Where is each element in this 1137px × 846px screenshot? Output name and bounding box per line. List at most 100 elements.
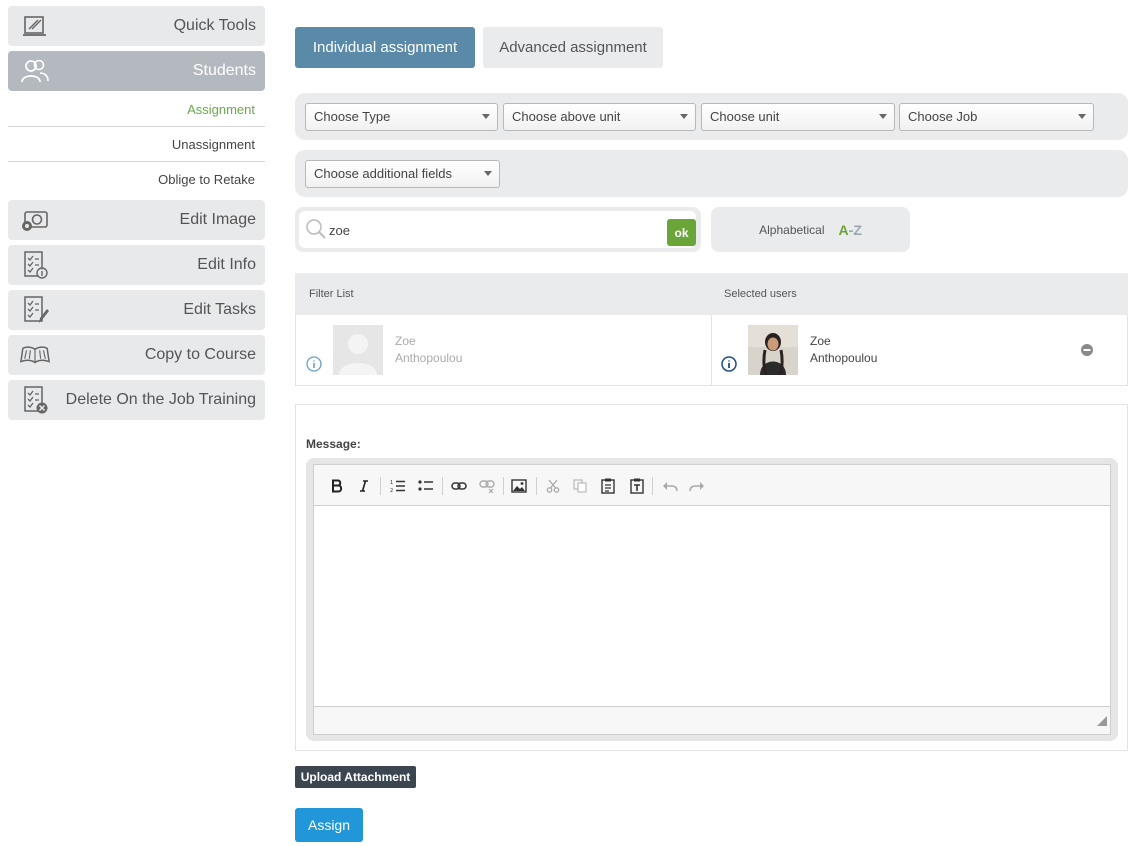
page: Quick Tools Students Assignment Unassign… <box>0 0 1137 846</box>
checklist-info-icon <box>20 250 50 280</box>
toolbar-separator <box>380 477 381 495</box>
editor-statusbar <box>314 706 1110 734</box>
camera-gear-icon <box>20 205 50 235</box>
choose-above-unit-value: Choose above unit <box>512 109 621 124</box>
info-icon[interactable] <box>721 356 737 377</box>
dropdown-arrow-icon <box>680 114 688 119</box>
editor-toolbar: 12 <box>314 465 1110 506</box>
remove-user-icon[interactable] <box>1080 343 1094 362</box>
dropdown-arrow-icon <box>879 114 887 119</box>
search-icon <box>305 218 327 245</box>
redo-icon[interactable] <box>687 476 707 496</box>
tab-individual-assignment[interactable]: Individual assignment <box>295 27 475 68</box>
choose-above-unit-select[interactable]: Choose above unit <box>503 103 696 131</box>
toolbar-separator <box>503 477 504 495</box>
sidebar-delete-otj[interactable]: Delete On the Job Training <box>8 380 265 420</box>
copy-icon[interactable] <box>570 476 590 496</box>
sort-a: A <box>838 221 849 238</box>
filter-list-header: Filter List <box>309 288 354 300</box>
choose-job-select[interactable]: Choose Job <box>899 103 1094 131</box>
search-input[interactable] <box>329 220 649 240</box>
message-editor-area[interactable] <box>314 507 1110 707</box>
message-label: Message: <box>306 437 361 451</box>
selected-user-name[interactable]: Zoe Anthopoulou <box>810 333 877 367</box>
assign-button[interactable]: Assign <box>295 808 363 842</box>
users-icon <box>20 56 50 86</box>
list-divider <box>711 315 712 385</box>
undo-icon[interactable] <box>660 476 680 496</box>
choose-job-value: Choose Job <box>908 109 978 124</box>
filter-panel: Choose Type Choose above unit Choose uni… <box>295 93 1128 140</box>
choose-type-value: Choose Type <box>314 109 391 124</box>
toolbar-separator <box>442 477 443 495</box>
sidebar-students[interactable]: Students <box>8 51 265 91</box>
sidebar-edit-tasks-label: Edit Tasks <box>183 301 256 318</box>
resize-handle-icon[interactable] <box>1097 713 1107 731</box>
bullet-list-icon[interactable] <box>416 476 436 496</box>
upload-attachment-button[interactable]: Upload Attachment <box>295 766 416 788</box>
rich-text-editor-frame: 12 <box>306 458 1118 741</box>
checklist-delete-icon <box>20 385 50 415</box>
avatar-placeholder[interactable] <box>333 325 383 375</box>
sidebar-copy-to-course-label: Copy to Course <box>144 346 256 363</box>
search-box: ok <box>299 211 696 248</box>
sidebar-quick-tools[interactable]: Quick Tools <box>8 6 265 46</box>
choose-additional-fields-select[interactable]: Choose additional fields <box>305 160 500 188</box>
image-icon[interactable] <box>509 476 529 496</box>
svg-text:2: 2 <box>390 488 393 493</box>
bold-icon[interactable] <box>327 476 347 496</box>
sidebar-copy-to-course[interactable]: Copy to Course <box>8 335 265 375</box>
choose-unit-value: Choose unit <box>710 109 780 124</box>
user-lists-body: Zoe Anthopoulou Zoe Anthopoulou <box>295 315 1128 386</box>
sidebar-edit-image-label: Edit Image <box>179 211 256 228</box>
dropdown-arrow-icon <box>1078 114 1086 119</box>
sort-z: Z <box>853 221 862 238</box>
search-panel: ok <box>295 207 701 252</box>
toolbar-separator <box>652 477 653 495</box>
rich-text-editor: 12 <box>313 464 1111 735</box>
user-lists-header: Filter List Selected users <box>295 273 1128 315</box>
svg-text:1: 1 <box>390 480 393 486</box>
sort-az-indicator: A-Z <box>839 222 862 238</box>
message-card: Message: 12 <box>295 404 1128 751</box>
sidebar-sub-oblige-retake[interactable]: Oblige to Retake <box>8 163 265 197</box>
selected-user-first: Zoe <box>810 334 831 348</box>
additional-fields-panel: Choose additional fields <box>295 150 1128 197</box>
sidebar-sub-assignment[interactable]: Assignment <box>8 93 265 127</box>
dropdown-arrow-icon <box>482 114 490 119</box>
paste-text-icon[interactable] <box>627 476 647 496</box>
choose-type-select[interactable]: Choose Type <box>305 103 498 131</box>
unlink-icon[interactable] <box>477 476 497 496</box>
sidebar-edit-image[interactable]: Edit Image <box>8 200 265 240</box>
alphabetical-sort-toggle[interactable]: Alphabetical A-Z <box>711 207 910 252</box>
sidebar-edit-info[interactable]: Edit Info <box>8 245 265 285</box>
checklist-pencil-icon <box>20 295 50 325</box>
avatar[interactable] <box>748 325 798 375</box>
filter-user-last: Anthopoulou <box>395 351 463 365</box>
choose-unit-select[interactable]: Choose unit <box>701 103 895 131</box>
tab-advanced-assignment[interactable]: Advanced assignment <box>483 27 663 68</box>
sidebar-quick-tools-label: Quick Tools <box>173 17 256 34</box>
filter-user-first: Zoe <box>395 334 416 348</box>
sidebar-edit-info-label: Edit Info <box>197 256 256 273</box>
info-icon[interactable] <box>306 356 322 377</box>
numbered-list-icon[interactable]: 12 <box>388 476 408 496</box>
dropdown-arrow-icon <box>484 171 492 176</box>
toolbar-separator <box>536 477 537 495</box>
link-icon[interactable] <box>449 476 469 496</box>
paste-icon[interactable] <box>598 476 618 496</box>
filter-user-name[interactable]: Zoe Anthopoulou <box>395 333 462 367</box>
cut-icon[interactable] <box>543 476 563 496</box>
toolbox-icon <box>20 11 50 41</box>
choose-additional-fields-value: Choose additional fields <box>314 166 453 181</box>
selected-user-last: Anthopoulou <box>810 351 878 365</box>
search-ok-button[interactable]: ok <box>667 219 696 246</box>
italic-icon[interactable] <box>354 476 374 496</box>
sidebar-edit-tasks[interactable]: Edit Tasks <box>8 290 265 330</box>
sidebar-students-label: Students <box>192 62 256 79</box>
sidebar-delete-otj-label: Delete On the Job Training <box>65 391 256 408</box>
sort-label: Alphabetical <box>759 222 825 237</box>
open-book-icon <box>20 340 50 370</box>
sidebar-sub-unassignment[interactable]: Unassignment <box>8 128 265 162</box>
selected-users-header: Selected users <box>724 288 797 300</box>
